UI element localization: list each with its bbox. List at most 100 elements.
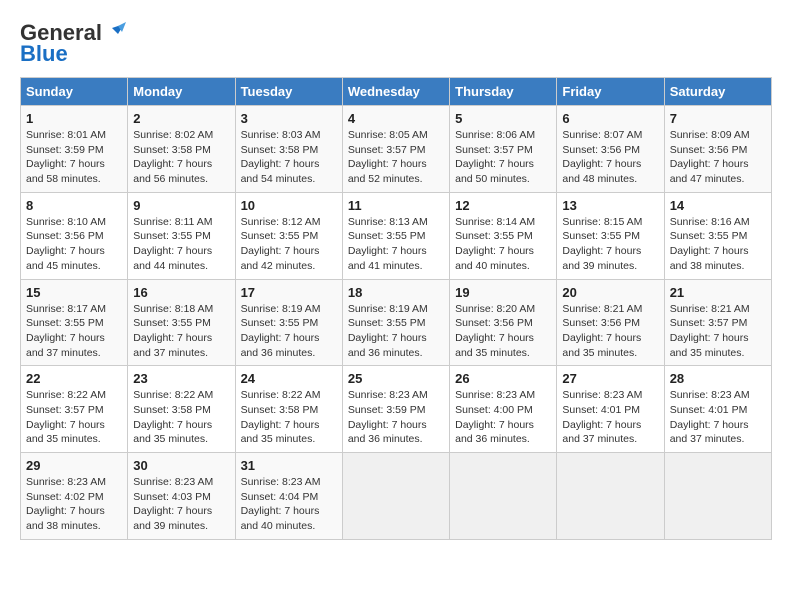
day-info: Sunrise: 8:12 AMSunset: 3:55 PMDaylight:… [241, 215, 337, 274]
day-info: Sunrise: 8:23 AMSunset: 4:00 PMDaylight:… [455, 388, 551, 447]
calendar-cell: 30 Sunrise: 8:23 AMSunset: 4:03 PMDayligh… [128, 453, 235, 540]
day-number: 18 [348, 285, 444, 300]
calendar-cell: 8 Sunrise: 8:10 AMSunset: 3:56 PMDaylight… [21, 192, 128, 279]
calendar-cell: 23Sunrise: 8:22 AMSunset: 3:58 PMDayligh… [128, 366, 235, 453]
calendar-cell: 20 Sunrise: 8:21 AMSunset: 3:56 PMDayligh… [557, 279, 664, 366]
day-number: 28 [670, 371, 766, 386]
calendar-header-sunday: Sunday [21, 78, 128, 106]
logo-bird-icon [104, 20, 126, 42]
day-number: 10 [241, 198, 337, 213]
calendar-cell: 9Sunrise: 8:11 AMSunset: 3:55 PMDaylight… [128, 192, 235, 279]
calendar-cell: 7Sunrise: 8:09 AMSunset: 3:56 PMDaylight… [664, 106, 771, 193]
calendar-cell: 19 Sunrise: 8:20 AMSunset: 3:56 PMDayligh… [450, 279, 557, 366]
day-info: Sunrise: 8:21 AMSunset: 3:56 PMDaylight:… [562, 302, 658, 361]
calendar-cell: 27 Sunrise: 8:23 AMSunset: 4:01 PMDayligh… [557, 366, 664, 453]
logo-container: General Blue [20, 20, 126, 67]
calendar-week-4: 22 Sunrise: 8:22 AMSunset: 3:57 PMDayligh… [21, 366, 772, 453]
calendar-header-thursday: Thursday [450, 78, 557, 106]
calendar-cell: 3 Sunrise: 8:03 AMSunset: 3:58 PMDaylight… [235, 106, 342, 193]
day-info: Sunrise: 8:22 AMSunset: 3:58 PMDaylight:… [133, 388, 229, 447]
day-number: 20 [562, 285, 658, 300]
calendar-cell: 12 Sunrise: 8:14 AMSunset: 3:55 PMDayligh… [450, 192, 557, 279]
calendar-header-wednesday: Wednesday [342, 78, 449, 106]
day-number: 27 [562, 371, 658, 386]
calendar-cell: 16Sunrise: 8:18 AMSunset: 3:55 PMDayligh… [128, 279, 235, 366]
day-info: Sunrise: 8:11 AMSunset: 3:55 PMDaylight:… [133, 215, 229, 274]
day-info: Sunrise: 8:10 AMSunset: 3:56 PMDaylight:… [26, 215, 122, 274]
day-info: Sunrise: 8:05 AMSunset: 3:57 PMDaylight:… [348, 128, 444, 187]
calendar-header-friday: Friday [557, 78, 664, 106]
calendar-week-3: 15 Sunrise: 8:17 AMSunset: 3:55 PMDayligh… [21, 279, 772, 366]
day-number: 31 [241, 458, 337, 473]
day-info: Sunrise: 8:23 AMSunset: 3:59 PMDaylight:… [348, 388, 444, 447]
day-number: 6 [562, 111, 658, 126]
day-info: Sunrise: 8:23 AMSunset: 4:04 PMDaylight:… [241, 475, 337, 534]
day-info: Sunrise: 8:17 AMSunset: 3:55 PMDaylight:… [26, 302, 122, 361]
page-header: General Blue [20, 20, 772, 67]
day-number: 17 [241, 285, 337, 300]
day-info: Sunrise: 8:22 AMSunset: 3:58 PMDaylight:… [241, 388, 337, 447]
day-number: 15 [26, 285, 122, 300]
calendar-cell [664, 453, 771, 540]
day-info: Sunrise: 8:06 AMSunset: 3:57 PMDaylight:… [455, 128, 551, 187]
day-number: 24 [241, 371, 337, 386]
calendar-cell [557, 453, 664, 540]
day-number: 30 [133, 458, 229, 473]
day-info: Sunrise: 8:23 AMSunset: 4:01 PMDaylight:… [562, 388, 658, 447]
calendar-cell: 6 Sunrise: 8:07 AMSunset: 3:56 PMDaylight… [557, 106, 664, 193]
calendar-cell [342, 453, 449, 540]
day-info: Sunrise: 8:13 AMSunset: 3:55 PMDaylight:… [348, 215, 444, 274]
calendar-cell: 17 Sunrise: 8:19 AMSunset: 3:55 PMDayligh… [235, 279, 342, 366]
calendar-table: SundayMondayTuesdayWednesdayThursdayFrid… [20, 77, 772, 540]
calendar-cell: 29Sunrise: 8:23 AMSunset: 4:02 PMDayligh… [21, 453, 128, 540]
calendar-header-monday: Monday [128, 78, 235, 106]
day-info: Sunrise: 8:21 AMSunset: 3:57 PMDaylight:… [670, 302, 766, 361]
day-number: 19 [455, 285, 551, 300]
calendar-cell: 25 Sunrise: 8:23 AMSunset: 3:59 PMDayligh… [342, 366, 449, 453]
day-info: Sunrise: 8:02 AMSunset: 3:58 PMDaylight:… [133, 128, 229, 187]
calendar-cell: 5 Sunrise: 8:06 AMSunset: 3:57 PMDaylight… [450, 106, 557, 193]
calendar-cell: 18 Sunrise: 8:19 AMSunset: 3:55 PMDayligh… [342, 279, 449, 366]
calendar-cell: 2 Sunrise: 8:02 AMSunset: 3:58 PMDaylight… [128, 106, 235, 193]
day-info: Sunrise: 8:14 AMSunset: 3:55 PMDaylight:… [455, 215, 551, 274]
calendar-cell: 28 Sunrise: 8:23 AMSunset: 4:01 PMDayligh… [664, 366, 771, 453]
calendar-cell: 31 Sunrise: 8:23 AMSunset: 4:04 PMDayligh… [235, 453, 342, 540]
calendar-cell: 15 Sunrise: 8:17 AMSunset: 3:55 PMDayligh… [21, 279, 128, 366]
day-number: 4 [348, 111, 444, 126]
calendar-cell: 4 Sunrise: 8:05 AMSunset: 3:57 PMDaylight… [342, 106, 449, 193]
day-number: 11 [348, 198, 444, 213]
day-info: Sunrise: 8:19 AMSunset: 3:55 PMDaylight:… [241, 302, 337, 361]
day-number: 2 [133, 111, 229, 126]
calendar-cell: 13 Sunrise: 8:15 AMSunset: 3:55 PMDayligh… [557, 192, 664, 279]
day-info: Sunrise: 8:19 AMSunset: 3:55 PMDaylight:… [348, 302, 444, 361]
day-info: Sunrise: 8:15 AMSunset: 3:55 PMDaylight:… [562, 215, 658, 274]
day-number: 8 [26, 198, 122, 213]
calendar-cell: 22 Sunrise: 8:22 AMSunset: 3:57 PMDayligh… [21, 366, 128, 453]
calendar-header-tuesday: Tuesday [235, 78, 342, 106]
calendar-cell: 21 Sunrise: 8:21 AMSunset: 3:57 PMDayligh… [664, 279, 771, 366]
day-info: Sunrise: 8:09 AMSunset: 3:56 PMDaylight:… [670, 128, 766, 187]
day-number: 1 [26, 111, 122, 126]
calendar-cell: 11 Sunrise: 8:13 AMSunset: 3:55 PMDayligh… [342, 192, 449, 279]
calendar-cell: 10 Sunrise: 8:12 AMSunset: 3:55 PMDayligh… [235, 192, 342, 279]
day-number: 3 [241, 111, 337, 126]
day-number: 26 [455, 371, 551, 386]
day-info: Sunrise: 8:22 AMSunset: 3:57 PMDaylight:… [26, 388, 122, 447]
logo: General Blue [20, 20, 126, 67]
calendar-cell: 14Sunrise: 8:16 AMSunset: 3:55 PMDayligh… [664, 192, 771, 279]
day-info: Sunrise: 8:20 AMSunset: 3:56 PMDaylight:… [455, 302, 551, 361]
day-number: 21 [670, 285, 766, 300]
logo-blue: Blue [20, 41, 68, 67]
day-number: 12 [455, 198, 551, 213]
day-info: Sunrise: 8:18 AMSunset: 3:55 PMDaylight:… [133, 302, 229, 361]
day-number: 14 [670, 198, 766, 213]
day-info: Sunrise: 8:23 AMSunset: 4:01 PMDaylight:… [670, 388, 766, 447]
day-number: 25 [348, 371, 444, 386]
day-number: 5 [455, 111, 551, 126]
day-number: 13 [562, 198, 658, 213]
day-number: 22 [26, 371, 122, 386]
day-info: Sunrise: 8:07 AMSunset: 3:56 PMDaylight:… [562, 128, 658, 187]
calendar-cell: 26 Sunrise: 8:23 AMSunset: 4:00 PMDayligh… [450, 366, 557, 453]
day-info: Sunrise: 8:23 AMSunset: 4:03 PMDaylight:… [133, 475, 229, 534]
day-info: Sunrise: 8:03 AMSunset: 3:58 PMDaylight:… [241, 128, 337, 187]
